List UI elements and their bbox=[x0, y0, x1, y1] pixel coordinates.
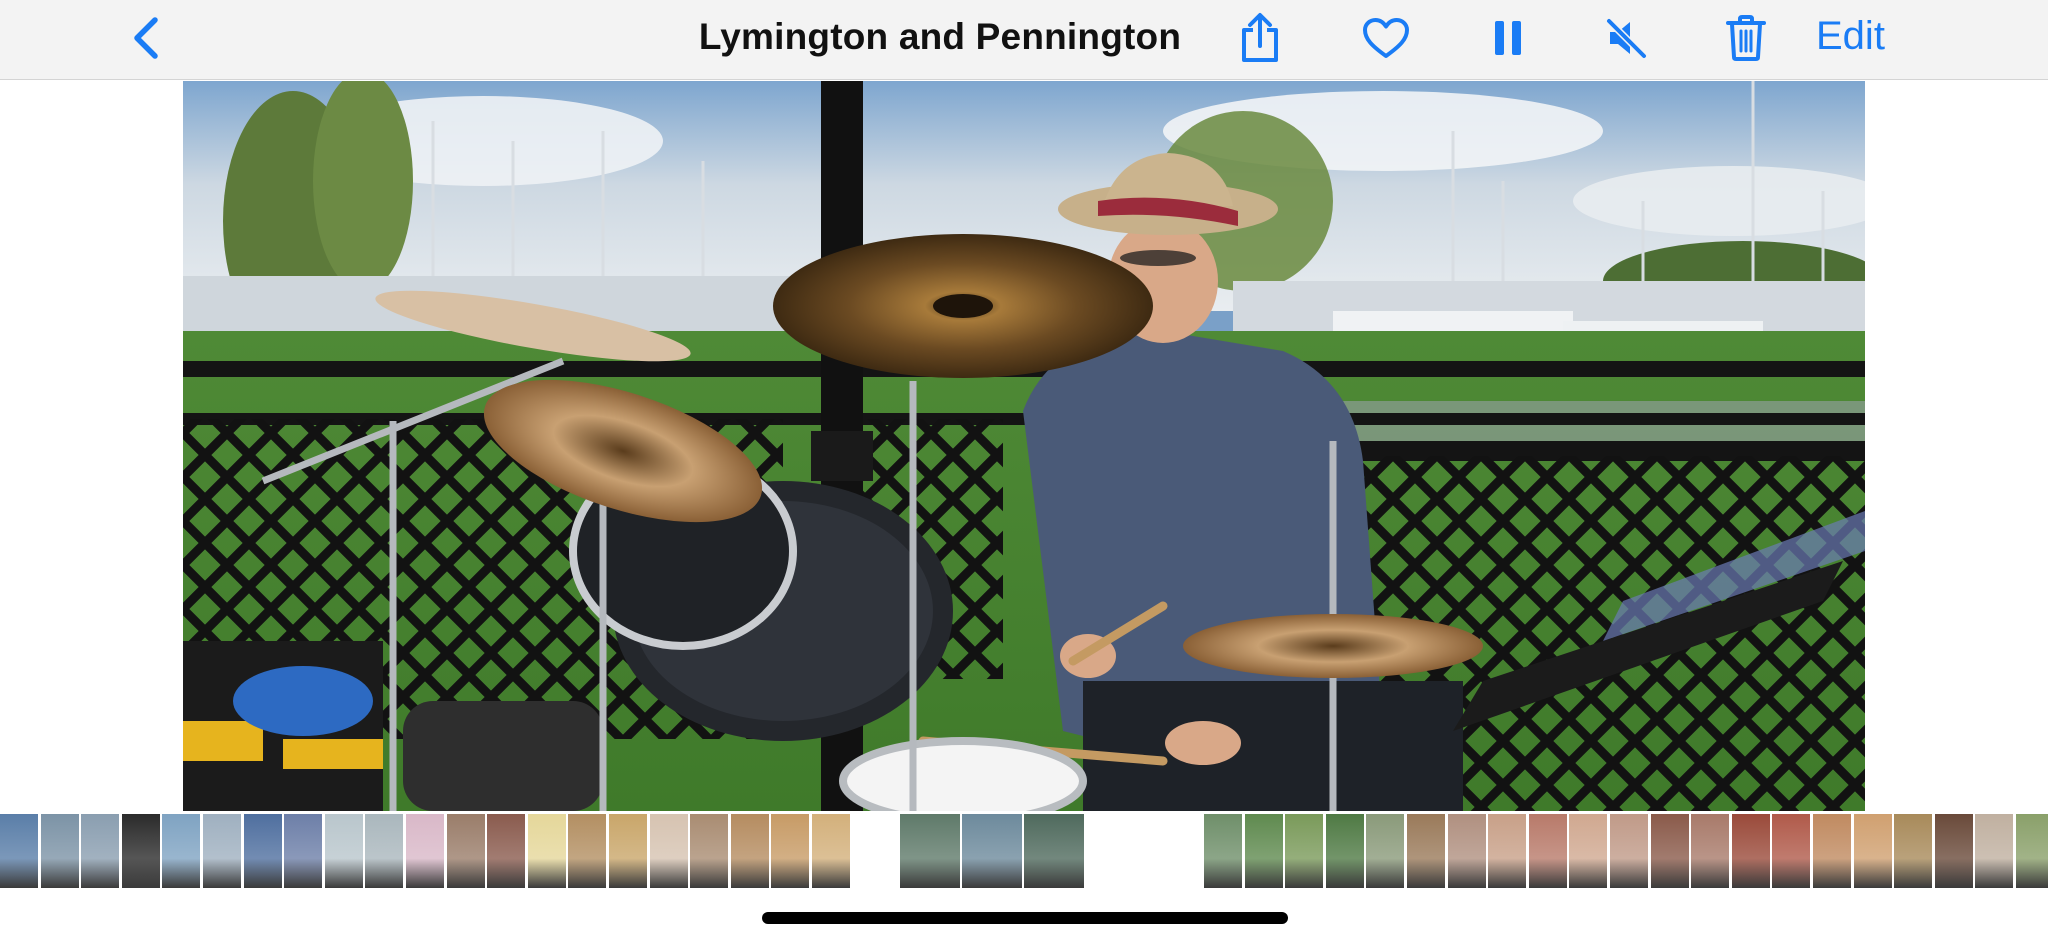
filmstrip-thumbnail[interactable] bbox=[365, 814, 404, 888]
filmstrip-thumbnail[interactable] bbox=[1024, 814, 1084, 888]
filmstrip-thumbnail[interactable] bbox=[900, 814, 960, 888]
filmstrip-thumbnail[interactable] bbox=[1244, 814, 1283, 888]
filmstrip-thumbnail[interactable] bbox=[730, 814, 769, 888]
media-viewer[interactable] bbox=[0, 81, 2048, 811]
filmstrip-thumbnail[interactable] bbox=[1691, 814, 1730, 888]
home-indicator[interactable] bbox=[762, 912, 1288, 924]
filmstrip-thumbnail[interactable] bbox=[243, 814, 282, 888]
filmstrip-thumbnail[interactable] bbox=[1325, 814, 1364, 888]
back-button[interactable] bbox=[118, 12, 174, 64]
filmstrip-thumbnail[interactable] bbox=[0, 814, 38, 888]
pause-icon bbox=[1495, 21, 1521, 55]
filmstrip-thumbnail[interactable] bbox=[1528, 814, 1567, 888]
filmstrip-thumbnail[interactable] bbox=[203, 814, 241, 888]
filmstrip-thumbnail[interactable] bbox=[81, 814, 120, 888]
filmstrip-thumbnail[interactable] bbox=[1853, 814, 1892, 888]
navigation-bar: Lymington and Pennington Edit bbox=[0, 0, 2048, 80]
filmstrip-thumbnail[interactable] bbox=[1813, 814, 1851, 888]
filmstrip-thumbnail[interactable] bbox=[121, 814, 160, 888]
filmstrip-thumbnail[interactable] bbox=[1975, 814, 2014, 888]
filmstrip-thumbnail[interactable] bbox=[1650, 814, 1689, 888]
filmstrip-thumbnail[interactable] bbox=[1488, 814, 1527, 888]
filmstrip-thumbnail[interactable] bbox=[1407, 814, 1445, 888]
filmstrip-thumbnail[interactable] bbox=[1447, 814, 1486, 888]
filmstrip-thumbnail[interactable] bbox=[324, 814, 363, 888]
filmstrip-thumbnail[interactable] bbox=[812, 814, 850, 888]
video-frame[interactable] bbox=[183, 81, 1865, 811]
filmstrip-thumbnail[interactable] bbox=[1610, 814, 1648, 888]
filmstrip-thumbnail[interactable] bbox=[1731, 814, 1770, 888]
filmstrip[interactable] bbox=[0, 812, 2048, 890]
back-chevron-icon bbox=[134, 17, 158, 59]
filmstrip-thumbnail[interactable] bbox=[487, 814, 526, 888]
filmstrip-thumbnail[interactable] bbox=[690, 814, 729, 888]
delete-button[interactable] bbox=[1718, 12, 1774, 64]
filmstrip-thumbnail[interactable] bbox=[162, 814, 201, 888]
mute-button[interactable] bbox=[1598, 12, 1654, 64]
filmstrip-thumbnail[interactable] bbox=[284, 814, 323, 888]
filmstrip-thumbnail[interactable] bbox=[1285, 814, 1324, 888]
pause-button[interactable] bbox=[1480, 12, 1536, 64]
filmstrip-thumbnail[interactable] bbox=[962, 814, 1022, 888]
favorite-button[interactable] bbox=[1358, 12, 1414, 64]
filmstrip-thumbnail[interactable] bbox=[2016, 814, 2048, 888]
filmstrip-thumbnail[interactable] bbox=[649, 814, 688, 888]
page-title: Lymington and Pennington bbox=[698, 16, 1182, 57]
drummer-scene-image bbox=[183, 81, 1865, 811]
filmstrip-thumbnail[interactable] bbox=[1366, 814, 1405, 888]
filmstrip-thumbnail[interactable] bbox=[527, 814, 566, 888]
filmstrip-thumbnail[interactable] bbox=[568, 814, 607, 888]
filmstrip-thumbnail[interactable] bbox=[1772, 814, 1811, 888]
edit-button[interactable]: Edit bbox=[1816, 14, 1885, 59]
filmstrip-thumbnail[interactable] bbox=[446, 814, 485, 888]
heart-icon bbox=[1363, 18, 1409, 58]
filmstrip-thumbnail[interactable] bbox=[406, 814, 444, 888]
filmstrip-thumbnail[interactable] bbox=[1934, 814, 1973, 888]
trash-icon bbox=[1726, 15, 1766, 61]
filmstrip-thumbnail[interactable] bbox=[1569, 814, 1608, 888]
share-button[interactable] bbox=[1232, 12, 1288, 64]
share-icon bbox=[1242, 13, 1278, 62]
filmstrip-thumbnail[interactable] bbox=[1894, 814, 1933, 888]
mute-icon bbox=[1606, 18, 1647, 59]
filmstrip-thumbnail[interactable] bbox=[771, 814, 810, 888]
filmstrip-thumbnail[interactable] bbox=[609, 814, 647, 888]
filmstrip-thumbnail[interactable] bbox=[40, 814, 79, 888]
filmstrip-thumbnail[interactable] bbox=[1204, 814, 1242, 888]
